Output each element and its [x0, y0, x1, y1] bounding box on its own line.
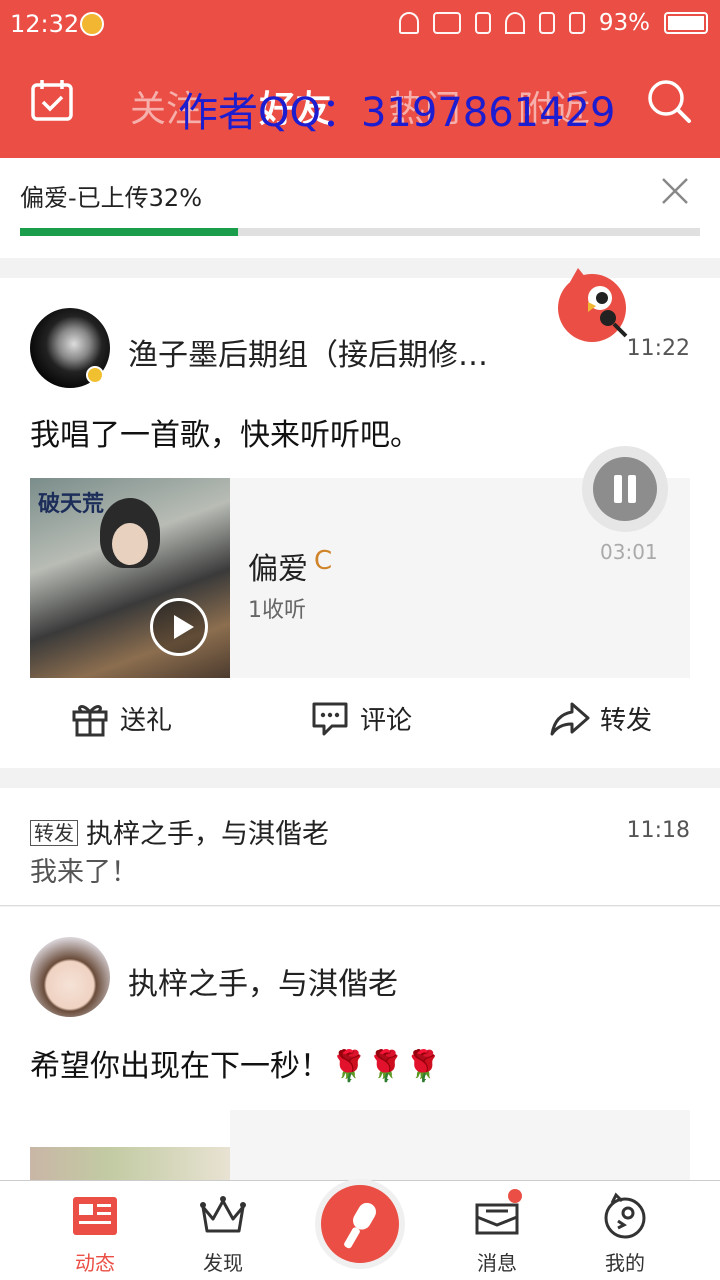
song-duration: 03:01: [600, 540, 658, 564]
battery-percent: 93%: [598, 10, 650, 36]
microphone-icon: [344, 1202, 376, 1249]
sim2-icon: [568, 12, 585, 34]
post-text: 我来了！: [30, 857, 138, 888]
upload-progress-track: [20, 228, 700, 236]
status-icons: 93%: [398, 10, 708, 36]
nav-discover[interactable]: 发现: [168, 1191, 278, 1276]
vibrate-icon: [474, 12, 491, 34]
crown-icon: [200, 1196, 246, 1233]
upload-status-text: 偏爱-已上传32%: [20, 184, 203, 212]
post-username[interactable]: 执梓之手，与淇偕老: [128, 959, 398, 1003]
play-icon[interactable]: [150, 598, 208, 656]
pause-icon-bar: [628, 475, 636, 503]
song-cover[interactable]: 破天荒: [30, 478, 230, 678]
feed-post-repost[interactable]: 转发 执梓之手，与淇偕老 11:18 我来了！: [0, 788, 720, 906]
nav-feed[interactable]: 动态: [40, 1191, 150, 1276]
song-badge: C: [314, 546, 333, 576]
parrot-mascot-icon[interactable]: [556, 264, 636, 344]
gift-icon: [72, 705, 108, 737]
cover-title: 破天荒: [38, 492, 105, 517]
post-username[interactable]: 渔子墨后期组（接后期修…: [128, 330, 518, 374]
upload-progress-panel: 偏爱-已上传32%: [0, 158, 720, 258]
close-icon[interactable]: [660, 176, 690, 206]
cover-face: [112, 523, 148, 565]
pause-icon: [614, 475, 622, 503]
comment-button[interactable]: 评论: [310, 698, 412, 738]
nav-mine[interactable]: 我的: [570, 1191, 680, 1276]
cast-icon: [432, 12, 461, 34]
profile-icon: [604, 1192, 646, 1239]
bottom-nav: 动态 发现 消息 我的: [0, 1179, 720, 1280]
post-time: 11:22: [626, 336, 690, 361]
unread-dot: [508, 1189, 522, 1203]
vip-badge-icon: [86, 366, 104, 384]
gift-button[interactable]: 送礼: [70, 698, 172, 738]
comment-icon: [312, 702, 348, 736]
post-actions: 送礼 评论 转发: [0, 698, 720, 748]
song-cover[interactable]: [30, 1147, 230, 1180]
app-header: 关注 好友 热门 附近 作者QQ：3197861429: [0, 52, 720, 158]
headphone-icon: [398, 12, 419, 34]
app-notification-icon: [80, 12, 104, 36]
status-bar: 12:32 93%: [0, 0, 720, 52]
gift-label: 送礼: [120, 705, 173, 736]
feed-icon: [73, 1197, 117, 1235]
record-button[interactable]: [315, 1179, 405, 1269]
share-icon: [550, 702, 590, 736]
nav-messages[interactable]: 消息: [442, 1189, 552, 1276]
song-card[interactable]: [230, 1110, 690, 1180]
share-button[interactable]: 转发: [550, 698, 652, 738]
status-time: 12:32: [10, 10, 80, 38]
feed-post: 渔子墨后期组（接后期修… 11:22 我唱了一首歌，快来听听吧。 破天荒 偏爱 …: [0, 268, 720, 768]
nav-mine-label: 我的: [605, 1251, 645, 1275]
comment-label: 评论: [360, 705, 413, 736]
search-icon[interactable]: [646, 78, 692, 124]
watermark-text: 作者QQ：3197861429: [178, 90, 616, 136]
nav-feed-label: 动态: [75, 1251, 115, 1275]
repost-badge: 转发: [30, 820, 78, 846]
post-username[interactable]: 执梓之手，与淇偕老: [86, 812, 329, 851]
post-text: 希望你出现在下一秒！🌹🌹🌹: [30, 1049, 443, 1084]
calendar-icon[interactable]: [30, 78, 74, 122]
battery-icon: [664, 12, 708, 34]
post-text: 我唱了一首歌，快来听听吧。: [30, 418, 420, 453]
wifi-icon: [504, 12, 525, 34]
song-name: 偏爱: [248, 552, 308, 587]
sim1-icon: [538, 12, 555, 34]
song-listen-count: 1收听: [248, 598, 306, 623]
upload-progress-fill: [20, 228, 238, 236]
nav-messages-label: 消息: [477, 1251, 517, 1275]
pause-button[interactable]: [582, 446, 668, 532]
share-label: 转发: [600, 705, 653, 736]
post-time: 11:18: [626, 818, 690, 843]
avatar[interactable]: [30, 937, 110, 1017]
nav-discover-label: 发现: [203, 1251, 243, 1275]
feed-post: 执梓之手，与淇偕老 希望你出现在下一秒！🌹🌹🌹: [0, 907, 720, 1180]
